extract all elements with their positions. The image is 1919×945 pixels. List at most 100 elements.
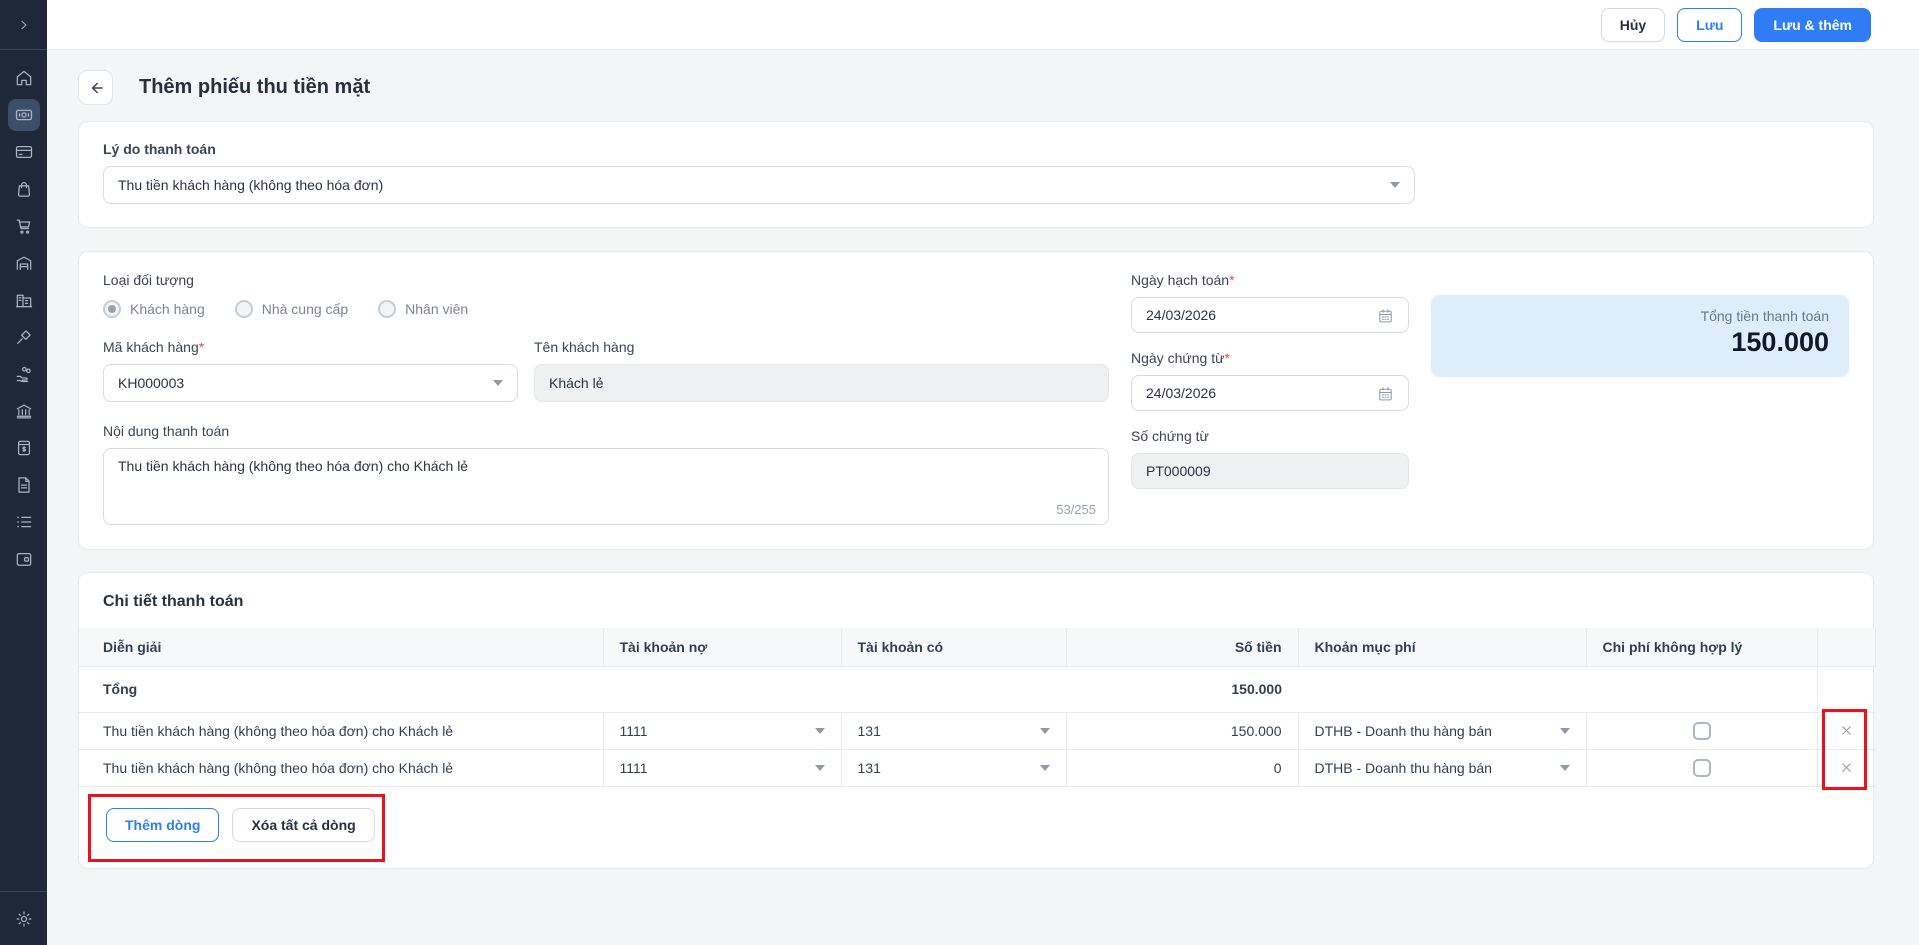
col-debit-account: Tài khoản nợ [603, 628, 842, 667]
voucher-info-card: Loại đối tượng Khách hàng Nhà cung cấp N… [78, 251, 1874, 550]
row-amount[interactable]: 150.000 [1066, 712, 1299, 750]
tools-icon [16, 330, 31, 344]
sidebar [0, 0, 47, 945]
char-counter: 53/255 [1056, 502, 1096, 517]
cancel-button[interactable]: Hủy [1600, 7, 1666, 42]
back-button[interactable] [78, 70, 113, 105]
sidebar-item-warehouse[interactable] [8, 247, 40, 279]
radio-employee[interactable]: Nhân viên [378, 300, 468, 318]
sidebar-item-cash[interactable] [7, 99, 40, 131]
sidebar-item-settings[interactable] [8, 903, 40, 935]
sidebar-item-bank-card[interactable] [8, 136, 40, 168]
total-amount-label: Tổng tiền thanh toán [1700, 308, 1829, 324]
document-date-field[interactable]: 24/03/2026 [1131, 375, 1409, 411]
sidebar-expand-button[interactable] [8, 9, 40, 41]
row-debit-account-select[interactable]: 1111 [620, 723, 825, 739]
chevron-down-icon [814, 764, 825, 771]
delete-row-button[interactable] [1834, 719, 1858, 743]
row-credit-account-select[interactable]: 131 [858, 760, 1050, 776]
total-amount-value: 150.000 [1731, 327, 1829, 357]
required-asterisk: * [1224, 350, 1230, 366]
chevron-right-icon [21, 20, 26, 29]
sidebar-item-home[interactable] [8, 62, 40, 94]
list-icon [16, 516, 31, 528]
document-date-value: 24/03/2026 [1146, 385, 1217, 401]
chevron-down-icon [493, 380, 503, 386]
required-asterisk: * [1229, 272, 1235, 288]
gear-icon [16, 911, 31, 926]
sidebar-item-sales[interactable] [8, 173, 40, 205]
total-amount-panel: Tổng tiền thanh toán 150.000 [1431, 295, 1849, 377]
row-expense-item-select[interactable]: DTHB - Doanh thu hàng bán [1315, 760, 1570, 776]
arrow-left-icon [91, 82, 103, 93]
close-icon [1841, 726, 1851, 735]
radio-customer-label: Khách hàng [130, 301, 205, 317]
table-row: Thu tiền khách hàng (không theo hóa đơn)… [79, 712, 1875, 750]
unreasonable-expense-checkbox[interactable] [1692, 758, 1711, 777]
hand-coins-icon [16, 366, 31, 383]
customer-code-value: KH000003 [118, 375, 185, 391]
save-and-add-button[interactable]: Lưu & thêm [1754, 7, 1871, 42]
unreasonable-expense-checkbox[interactable] [1692, 721, 1711, 740]
home-icon [16, 70, 31, 86]
add-row-button[interactable]: Thêm dòng [106, 807, 220, 842]
chevron-down-icon [814, 727, 825, 734]
sidebar-item-purchase[interactable] [8, 210, 40, 242]
document-icon [17, 477, 30, 493]
payment-detail-card: Chi tiết thanh toán Diễn giải Tài khoản … [78, 572, 1876, 869]
save-button[interactable]: Lưu [1677, 7, 1743, 42]
col-unreasonable-expense: Chi phí không hợp lý [1586, 628, 1818, 667]
calendar-icon[interactable] [1377, 307, 1394, 324]
sidebar-item-company[interactable] [8, 284, 40, 316]
payment-content-label: Nội dung thanh toán [103, 423, 230, 439]
radio-customer[interactable]: Khách hàng [103, 300, 205, 318]
table-total-row: Tổng 150.000 [79, 666, 1875, 713]
sidebar-item-documents[interactable] [8, 469, 40, 501]
row-amount[interactable]: 0 [1066, 749, 1299, 787]
col-expense-item: Khoản mục phí [1298, 628, 1587, 667]
sidebar-item-invoice[interactable] [8, 432, 40, 464]
chevron-down-icon [1039, 764, 1050, 771]
col-description: Diễn giải [79, 628, 604, 667]
sidebar-item-list[interactable] [8, 506, 40, 538]
posting-date-label: Ngày hạch toán* [1131, 272, 1235, 288]
row-expense-item-select[interactable]: DTHB - Doanh thu hàng bán [1315, 723, 1570, 739]
table-row: Thu tiền khách hàng (không theo hóa đơn)… [79, 749, 1875, 787]
radio-supplier[interactable]: Nhà cung cấp [234, 300, 348, 318]
invoice-money-icon [17, 440, 30, 456]
delete-row-button[interactable] [1834, 756, 1858, 780]
payment-reason-select[interactable]: Thu tiền khách hàng (không theo hóa đơn) [103, 166, 1415, 204]
sidebar-item-tools[interactable] [8, 321, 40, 353]
row-debit-account-select[interactable]: 1111 [620, 760, 825, 776]
customer-code-select[interactable]: KH000003 [103, 364, 518, 402]
payment-content-textarea[interactable]: Thu tiền khách hàng (không theo hóa đơn)… [103, 448, 1109, 525]
chevron-down-icon [1559, 727, 1570, 734]
sidebar-item-wallet[interactable] [8, 543, 40, 575]
required-asterisk: * [198, 339, 205, 355]
calendar-icon[interactable] [1377, 385, 1394, 402]
document-no-field: PT000009 [1131, 453, 1409, 489]
col-actions [1817, 628, 1876, 667]
row-description[interactable]: Thu tiền khách hàng (không theo hóa đơn)… [79, 749, 604, 787]
row-credit-account-select[interactable]: 131 [858, 723, 1050, 739]
topbar: Hủy Lưu Lưu & thêm [47, 0, 1919, 50]
warehouse-icon [16, 256, 31, 270]
shopping-cart-icon [16, 219, 30, 234]
chevron-down-icon [1390, 182, 1400, 188]
chevron-down-icon [1039, 727, 1050, 734]
document-date-label: Ngày chứng từ* [1131, 350, 1230, 366]
posting-date-value: 24/03/2026 [1146, 307, 1217, 323]
sidebar-item-payroll[interactable] [8, 358, 40, 390]
sidebar-item-bank[interactable] [8, 395, 40, 427]
credit-card-icon [15, 145, 32, 159]
document-no-value: PT000009 [1146, 463, 1211, 479]
payment-content-value: Thu tiền khách hàng (không theo hóa đơn)… [118, 458, 469, 474]
row-description[interactable]: Thu tiền khách hàng (không theo hóa đơn)… [79, 712, 604, 750]
posting-date-field[interactable]: 24/03/2026 [1131, 297, 1409, 333]
building-icon [15, 294, 32, 308]
payment-reason-value: Thu tiền khách hàng (không theo hóa đơn) [118, 177, 384, 193]
delete-all-rows-button[interactable]: Xóa tất cả dòng [232, 807, 375, 842]
payment-reason-label: Lý do thanh toán [103, 141, 216, 157]
total-row-label: Tổng [79, 666, 603, 713]
radio-icon [378, 300, 397, 318]
